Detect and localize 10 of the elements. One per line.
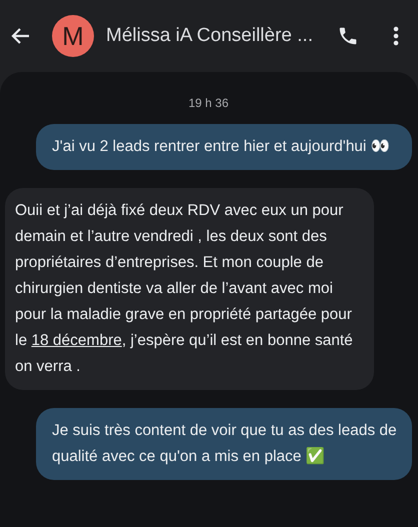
date-link[interactable]: 18 décembre <box>31 332 122 349</box>
message-text: J'ai vu 2 leads rentrer entre hier et aujourd'hui 👀 <box>52 137 391 157</box>
back-icon[interactable] <box>10 27 30 45</box>
contact-name: Mélissa iA Conseillère ... <box>106 25 314 47</box>
more-options-icon[interactable] <box>393 26 399 46</box>
phone-icon[interactable] <box>337 25 359 47</box>
avatar: M <box>52 15 94 57</box>
timestamp: 19 h 36 <box>187 96 230 110</box>
message-text: Ouii et j’ai déjà fixé deux RDV avec eux un pour demain et l’autre vendredi , les deux sont des propriétaires d’entreprises. Et mon couple de chirurgien dentiste va aller de l’avant avec moi pour la maladie grave en propriété partagée pour le 18 décembre, j’espère qu’il est en bonne santé on verra . <box>15 201 354 377</box>
message-text: Je suis très content de voir que tu as des leads de qualité avec ce qu'on a mis en place ✅ <box>52 421 398 467</box>
